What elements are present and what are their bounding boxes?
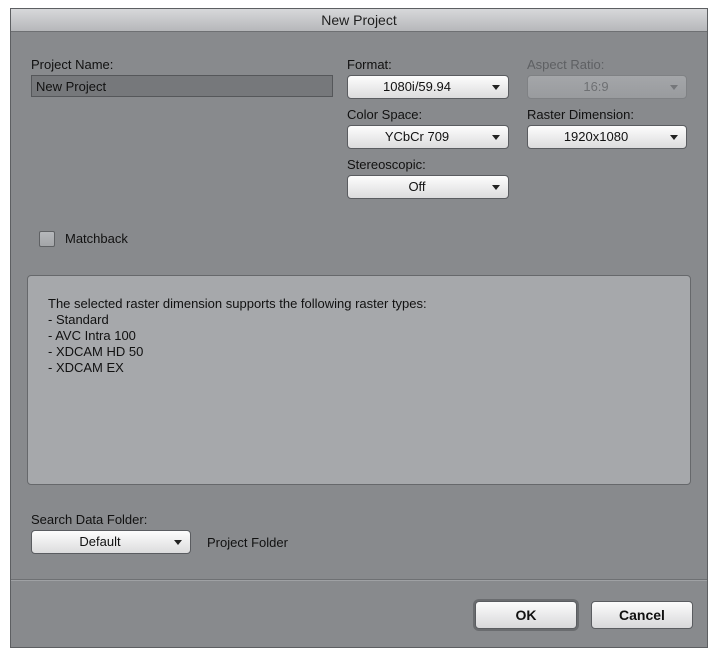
raster-type-item: - XDCAM HD 50 (48, 344, 144, 359)
chevron-down-icon (492, 85, 500, 90)
matchback-checkbox[interactable] (39, 231, 55, 247)
project-name-input[interactable] (31, 75, 333, 97)
dialog-title: New Project (11, 9, 707, 32)
color-space-popup[interactable]: YCbCr 709 (347, 125, 509, 149)
raster-type-item: - XDCAM EX (48, 360, 124, 375)
new-project-dialog: New Project Project Name: Format: 1080i/… (10, 8, 708, 648)
chevron-down-icon (492, 135, 500, 140)
format-popup[interactable]: 1080i/59.94 (347, 75, 509, 99)
aspect-ratio-popup: 16:9 (527, 75, 687, 99)
footer-separator (11, 579, 707, 581)
raster-dimension-value: 1920x1080 (563, 129, 629, 144)
stereoscopic-value: Off (408, 179, 426, 194)
chevron-down-icon (174, 540, 182, 545)
color-space-value: YCbCr 709 (384, 129, 450, 144)
color-space-label: Color Space: (347, 107, 423, 122)
stereoscopic-label: Stereoscopic: (347, 157, 426, 172)
chevron-down-icon (670, 85, 678, 90)
aspect-ratio-label: Aspect Ratio: (527, 57, 605, 72)
raster-types-heading: The selected raster dimension supports t… (48, 296, 427, 311)
search-data-folder-location: Project Folder (207, 535, 288, 550)
search-data-folder-popup[interactable]: Default (31, 530, 191, 554)
aspect-ratio-value: 16:9 (583, 79, 609, 94)
chevron-down-icon (492, 185, 500, 190)
ok-button[interactable]: OK (475, 601, 577, 629)
stereoscopic-popup[interactable]: Off (347, 175, 509, 199)
project-name-label: Project Name: (31, 57, 114, 72)
raster-type-item: - AVC Intra 100 (48, 328, 136, 343)
raster-dimension-popup[interactable]: 1920x1080 (527, 125, 687, 149)
search-data-folder-value: Default (79, 534, 121, 549)
format-label: Format: (347, 57, 392, 72)
matchback-label: Matchback (65, 231, 128, 246)
raster-dimension-label: Raster Dimension: (527, 107, 634, 122)
format-value: 1080i/59.94 (383, 79, 451, 94)
search-data-folder-label: Search Data Folder: (31, 512, 148, 527)
cancel-button[interactable]: Cancel (591, 601, 693, 629)
raster-type-item: - Standard (48, 312, 109, 327)
chevron-down-icon (670, 135, 678, 140)
raster-types-info: The selected raster dimension supports t… (27, 275, 691, 485)
